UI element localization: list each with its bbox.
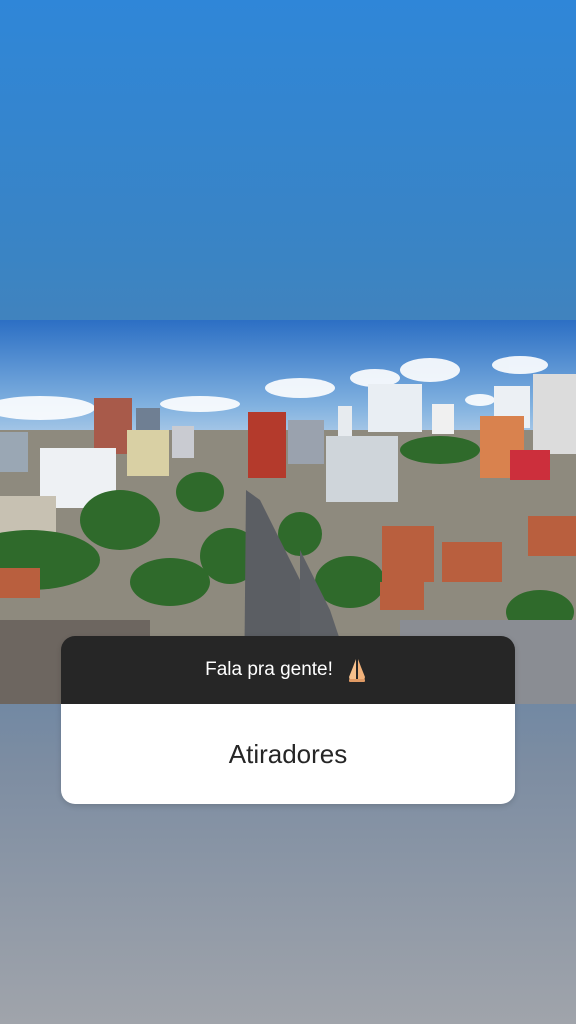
question-sticker[interactable]: Fala pra gente! Atiradores [61, 636, 515, 804]
answer-text: Atiradores [61, 704, 515, 804]
folded-hands-icon [343, 656, 371, 684]
question-header: Fala pra gente! [61, 636, 515, 704]
question-prompt: Fala pra gente! [205, 659, 333, 680]
